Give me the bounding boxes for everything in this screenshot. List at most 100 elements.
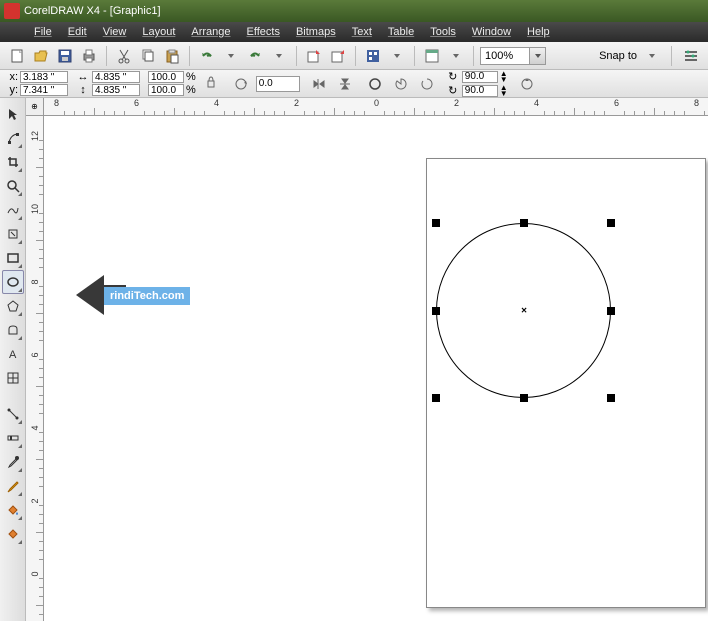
- angle1-icon: ↻: [446, 70, 460, 83]
- menu-edit[interactable]: Edit: [60, 24, 95, 40]
- import-button[interactable]: [303, 45, 325, 67]
- menu-effects[interactable]: Effects: [239, 24, 288, 40]
- handle-ne[interactable]: [607, 219, 615, 227]
- handle-s[interactable]: [520, 394, 528, 402]
- mirror-v-button[interactable]: [334, 73, 356, 95]
- menu-view[interactable]: View: [95, 24, 135, 40]
- ellipse-tool[interactable]: [2, 270, 24, 294]
- width-input[interactable]: [92, 71, 140, 83]
- menu-text[interactable]: Text: [344, 24, 380, 40]
- menu-table[interactable]: Table: [380, 24, 422, 40]
- property-bar: x: y: ↔ ↕ % % ↻▲▼ ↻▲▼: [0, 70, 708, 98]
- arc-mode-button[interactable]: [416, 73, 438, 95]
- open-button[interactable]: [30, 45, 52, 67]
- text-tool[interactable]: A: [2, 342, 24, 366]
- scale-y-input[interactable]: [148, 84, 184, 96]
- export-button[interactable]: [327, 45, 349, 67]
- standard-toolbar: Snap to: [0, 42, 708, 70]
- handle-sw[interactable]: [432, 394, 440, 402]
- welcome-button[interactable]: [421, 45, 443, 67]
- eyedropper-tool[interactable]: [2, 450, 24, 474]
- angle-group: ↻ ▲▼ ↻ ▲▼: [446, 70, 508, 97]
- titlebar: CorelDRAW X4 - [Graphic1]: [0, 0, 708, 22]
- redo-button[interactable]: [244, 45, 266, 67]
- start-angle-input[interactable]: [462, 71, 498, 83]
- undo-button[interactable]: [196, 45, 218, 67]
- options-button[interactable]: [680, 45, 702, 67]
- save-button[interactable]: [54, 45, 76, 67]
- crop-tool[interactable]: [2, 150, 24, 174]
- ruler-h-tick: 0: [374, 98, 379, 116]
- ellipse-mode-button[interactable]: [364, 73, 386, 95]
- zoom-input[interactable]: [480, 47, 530, 65]
- lock-ratio-button[interactable]: [200, 73, 222, 95]
- zoom-tool[interactable]: [2, 174, 24, 198]
- handle-e[interactable]: [607, 307, 615, 315]
- table-tool[interactable]: [2, 366, 24, 390]
- menu-file[interactable]: File: [26, 24, 60, 40]
- watermark-label: rindiTech.com: [104, 287, 190, 305]
- rectangle-tool[interactable]: [2, 246, 24, 270]
- interactive-fill-tool[interactable]: [2, 522, 24, 546]
- handle-n[interactable]: [520, 219, 528, 227]
- cut-button[interactable]: [113, 45, 135, 67]
- ruler-h-tick: 6: [614, 98, 619, 116]
- app-launcher-button[interactable]: [362, 45, 384, 67]
- scale-group: % %: [148, 71, 196, 96]
- welcome-dropdown[interactable]: [445, 45, 467, 67]
- toolbox: A: [0, 98, 26, 621]
- menu-window[interactable]: Window: [464, 24, 519, 40]
- print-button[interactable]: [78, 45, 100, 67]
- new-button[interactable]: [6, 45, 28, 67]
- smart-fill-tool[interactable]: [2, 222, 24, 246]
- basic-shapes-tool[interactable]: [2, 318, 24, 342]
- outline-tool[interactable]: [2, 474, 24, 498]
- direction-button[interactable]: [516, 73, 538, 95]
- x-input[interactable]: [20, 71, 68, 83]
- menu-bitmaps[interactable]: Bitmaps: [288, 24, 344, 40]
- height-input[interactable]: [92, 84, 140, 96]
- snap-dropdown[interactable]: [641, 45, 663, 67]
- paste-button[interactable]: [161, 45, 183, 67]
- position-group: x: y:: [6, 71, 68, 96]
- pie-mode-button[interactable]: [390, 73, 412, 95]
- undo-dropdown[interactable]: [220, 45, 242, 67]
- handle-nw[interactable]: [432, 219, 440, 227]
- angle2-icon: ↻: [446, 84, 460, 97]
- rotation-input[interactable]: [256, 76, 300, 92]
- y-label: y:: [6, 84, 18, 96]
- fill-tool[interactable]: [2, 498, 24, 522]
- app-dropdown[interactable]: [386, 45, 408, 67]
- mirror-h-button[interactable]: [308, 73, 330, 95]
- y-input[interactable]: [20, 84, 68, 96]
- spinner2[interactable]: ▲▼: [500, 85, 508, 97]
- zoom-dropdown[interactable]: [530, 47, 546, 65]
- canvas-area[interactable]: ⊕ 864202468 121086420 × rindiTech.com: [26, 98, 708, 621]
- spinner1[interactable]: ▲▼: [500, 71, 508, 83]
- polygon-tool[interactable]: [2, 294, 24, 318]
- ruler-h-tick: 8: [694, 98, 699, 116]
- ruler-h-tick: 2: [454, 98, 459, 116]
- handle-w[interactable]: [432, 307, 440, 315]
- scale-unit2: %: [186, 84, 196, 96]
- pick-tool[interactable]: [2, 102, 24, 126]
- scale-x-input[interactable]: [148, 71, 184, 83]
- menu-help[interactable]: Help: [519, 24, 558, 40]
- shape-tool[interactable]: [2, 126, 24, 150]
- handle-se[interactable]: [607, 394, 615, 402]
- ruler-horizontal[interactable]: 864202468: [44, 98, 708, 116]
- freehand-tool[interactable]: [2, 198, 24, 222]
- menu-arrange[interactable]: Arrange: [183, 24, 238, 40]
- dimension-tool[interactable]: [2, 402, 24, 426]
- copy-button[interactable]: [137, 45, 159, 67]
- menu-layout[interactable]: Layout: [134, 24, 183, 40]
- interactive-tool[interactable]: [2, 426, 24, 450]
- zoom-select[interactable]: [480, 47, 546, 65]
- ruler-vertical[interactable]: 121086420: [26, 116, 44, 621]
- menu-tools[interactable]: Tools: [422, 24, 464, 40]
- ruler-corner[interactable]: ⊕: [26, 98, 44, 116]
- width-icon: ↔: [76, 71, 90, 83]
- end-angle-input[interactable]: [462, 85, 498, 97]
- redo-dropdown[interactable]: [268, 45, 290, 67]
- title-text: CorelDRAW X4 - [Graphic1]: [24, 5, 161, 17]
